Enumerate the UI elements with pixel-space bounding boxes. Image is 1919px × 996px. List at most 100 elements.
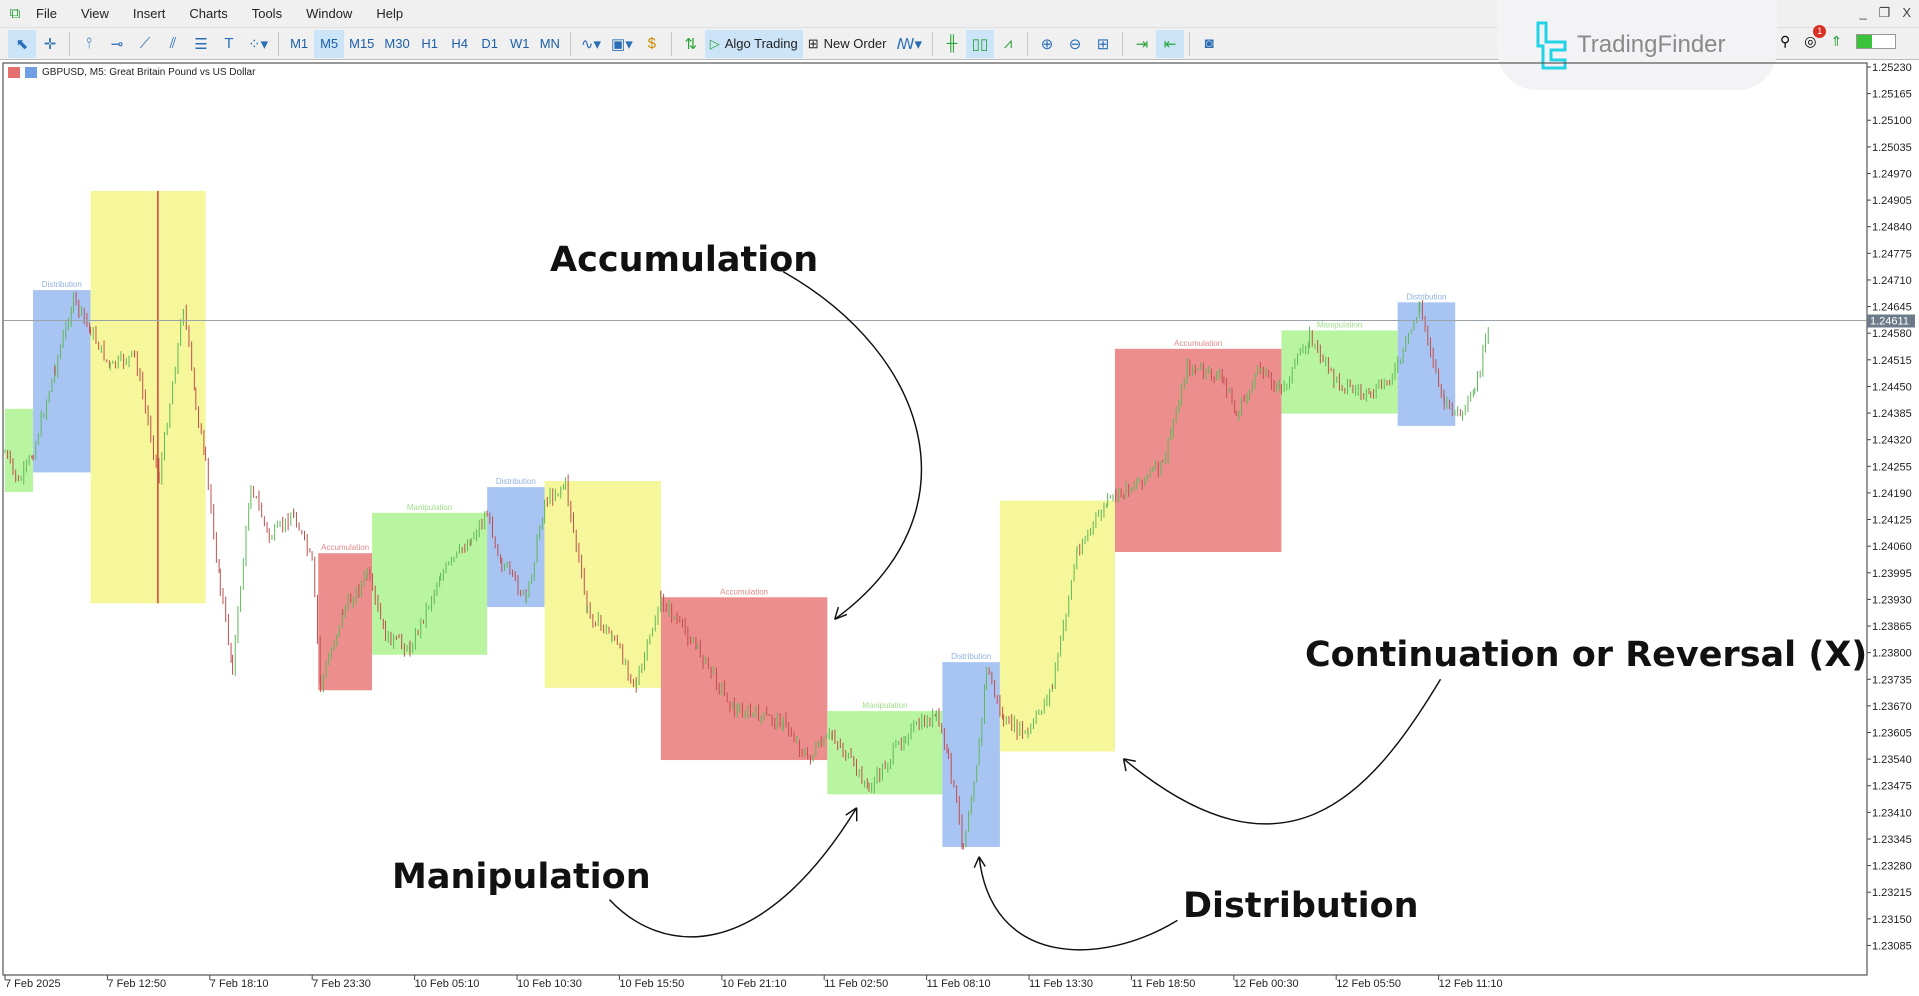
restore-button[interactable]: ❐: [1879, 5, 1891, 21]
screenshot-icon[interactable]: ◙: [1195, 30, 1223, 58]
indicators-dropdown-icon[interactable]: ∿▾: [576, 30, 606, 58]
indicator-list-icon[interactable]: ꟿ▾: [892, 30, 928, 58]
zone-manipulation: [1281, 330, 1398, 414]
continuation-reversal-annotation: Continuation or Reversal (X): [1305, 635, 1867, 675]
accumulation-annotation: Accumulation: [550, 240, 818, 280]
price-chart[interactable]: Distribution Accumulation Manipulation Dist…: [0, 61, 1919, 996]
new-order-button[interactable]: ⊞ New Order: [803, 30, 892, 58]
price-tick-label: 1.24710: [1872, 275, 1912, 287]
distribution-annotation: Distribution: [1183, 886, 1419, 926]
price-tick-label: 1.24515: [1872, 355, 1912, 367]
price-tick-label: 1.25035: [1872, 142, 1912, 154]
play-icon: ▷: [709, 35, 720, 51]
price-tick-label: 1.24125: [1872, 515, 1912, 527]
zone-label: Manipulation: [862, 701, 907, 710]
timeframe-w1[interactable]: W1: [505, 30, 535, 58]
shapes-dropdown-icon[interactable]: ⁘▾: [243, 30, 273, 58]
time-tick-label: 11 Feb 08:10: [927, 978, 991, 990]
autoscroll-icon[interactable]: ⇥: [1128, 30, 1156, 58]
price-tick-label: 1.24645: [1872, 302, 1912, 314]
minimize-button[interactable]: _: [1859, 5, 1866, 21]
distribution-arrow: [978, 856, 1178, 951]
zone-label: Manipulation: [1317, 320, 1362, 329]
divider: [1122, 31, 1124, 56]
zone-distribution: [487, 487, 545, 608]
timeframe-d1[interactable]: D1: [475, 30, 505, 58]
menu-tools[interactable]: Tools: [242, 6, 296, 21]
price-tick-label: 1.23345: [1872, 834, 1912, 846]
divider: [1027, 31, 1029, 56]
price-tick-label: 1.23150: [1872, 914, 1912, 926]
current-price-value: 1.24611: [1870, 316, 1909, 328]
price-tick-label: 1.23670: [1872, 701, 1912, 713]
channel-icon[interactable]: ⫽: [159, 30, 187, 58]
timeframe-m1[interactable]: M1: [284, 30, 314, 58]
text-tool-icon[interactable]: T: [215, 30, 243, 58]
price-tick-label: 1.23865: [1872, 621, 1912, 633]
price-tick-label: 1.24385: [1872, 408, 1912, 420]
menu-file[interactable]: File: [26, 6, 71, 21]
price-tick-label: 1.24190: [1872, 488, 1912, 500]
market-dollar-icon[interactable]: $: [638, 30, 666, 58]
zone-accumulation: [1114, 348, 1282, 552]
zone-label: Distribution: [42, 280, 82, 289]
chart-shift-icon[interactable]: ⇤: [1156, 29, 1185, 58]
price-tick-label: 1.23800: [1872, 648, 1912, 660]
price-tick-label: 1.24905: [1872, 195, 1912, 207]
vertical-line-icon[interactable]: ⫯: [75, 30, 103, 58]
price-tick-label: 1.24060: [1872, 541, 1912, 553]
price-tick-label: 1.25165: [1872, 89, 1912, 101]
menu-window[interactable]: Window: [296, 6, 366, 21]
fibonacci-icon[interactable]: ☰: [187, 30, 215, 58]
price-tick-label: 1.23410: [1872, 807, 1912, 819]
menu-view[interactable]: View: [71, 6, 123, 21]
close-button[interactable]: X: [1902, 5, 1911, 21]
zone-manipulation: [827, 711, 943, 795]
crosshair-tool-icon[interactable]: ✛: [36, 30, 64, 58]
trendline-icon[interactable]: ⟋: [131, 30, 159, 58]
zone-manipulation: [4, 408, 34, 493]
price-tick-label: 1.23995: [1872, 568, 1912, 580]
timeframe-mn[interactable]: MN: [535, 30, 565, 58]
time-tick-label: 11 Feb 18:50: [1131, 978, 1195, 990]
price-tick-label: 1.23475: [1872, 781, 1912, 793]
one-click-trading-icon[interactable]: ⇅: [677, 30, 705, 58]
continuation-arrow: [1123, 678, 1442, 825]
price-tick-label: 1.23540: [1872, 754, 1912, 766]
price-tick-label: 1.23605: [1872, 728, 1912, 740]
zoom-out-icon[interactable]: ⊖: [1061, 30, 1089, 58]
line-chart-icon[interactable]: ⩘: [994, 30, 1022, 58]
search-icon[interactable]: ⚲: [1780, 33, 1790, 50]
new-order-label: New Order: [823, 36, 887, 51]
timeframe-h1[interactable]: H1: [415, 30, 445, 58]
bar-chart-icon[interactable]: ╫: [938, 30, 966, 58]
timeframe-m15[interactable]: M15: [344, 30, 379, 58]
menu-charts[interactable]: Charts: [179, 6, 241, 21]
menu-insert[interactable]: Insert: [123, 6, 180, 21]
zone-yellow_zone: [999, 500, 1115, 752]
level-icon: ⇑: [1830, 33, 1843, 49]
horizontal-line-icon[interactable]: ⊸: [103, 30, 131, 58]
zone-label: Accumulation: [720, 587, 768, 596]
timeframe-m5[interactable]: M5: [314, 29, 345, 58]
price-tick-label: 1.23735: [1872, 674, 1912, 686]
tile-windows-icon[interactable]: ⊞: [1089, 30, 1117, 58]
price-tick-label: 1.23280: [1872, 861, 1912, 873]
time-tick-label: 11 Feb 02:50: [824, 978, 888, 990]
zoom-in-icon[interactable]: ⊕: [1033, 30, 1061, 58]
timeframe-h4[interactable]: H4: [445, 30, 475, 58]
divider: [932, 31, 934, 56]
cursor-tool-icon[interactable]: ⬉: [8, 29, 36, 58]
price-tick-label: 1.24320: [1872, 435, 1912, 447]
timeframe-m30[interactable]: M30: [379, 30, 414, 58]
candlestick-chart-icon[interactable]: ▯▯: [966, 29, 995, 58]
algo-trading-label: Algo Trading: [724, 36, 798, 51]
time-tick-label: 7 Feb 18:10: [210, 978, 269, 990]
algo-trading-button[interactable]: ▷ Algo Trading: [704, 29, 803, 58]
price-tick-label: 1.23085: [1872, 940, 1912, 952]
account-icon[interactable]: ◎ 1: [1804, 25, 1827, 50]
time-tick-label: 7 Feb 12:50: [107, 978, 166, 990]
templates-dropdown-icon[interactable]: ▣▾: [606, 30, 638, 58]
menu-help[interactable]: Help: [366, 6, 417, 21]
zone-manipulation: [372, 512, 488, 655]
